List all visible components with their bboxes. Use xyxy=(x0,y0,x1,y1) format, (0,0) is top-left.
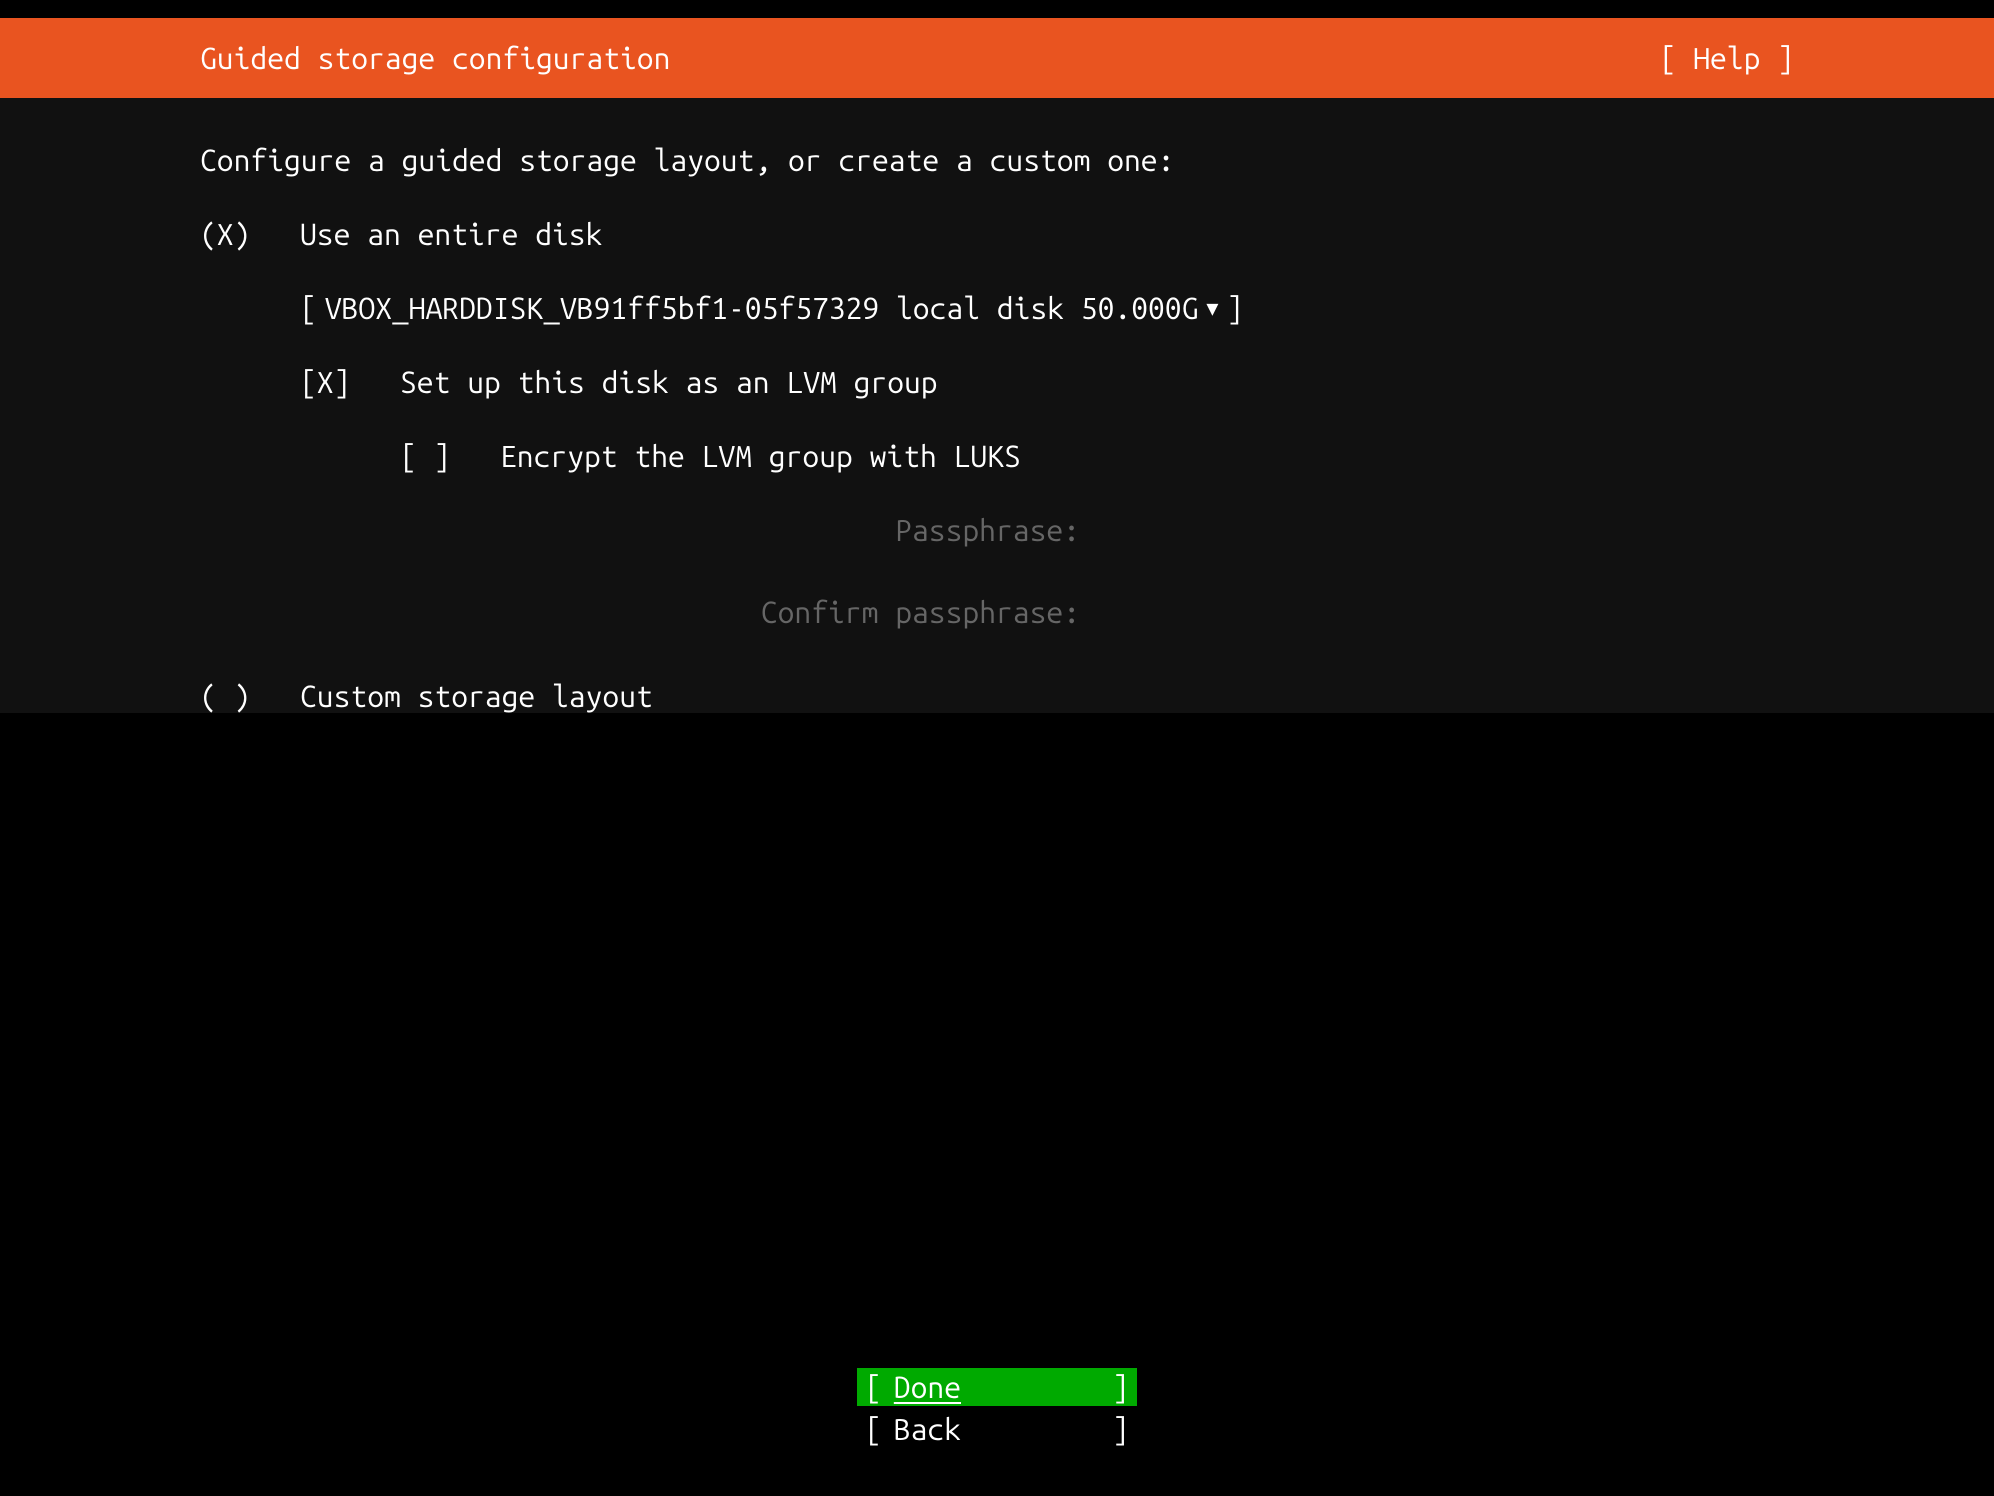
back-button[interactable]: [ Back ] xyxy=(857,1410,1137,1448)
page-title: Guided storage configuration xyxy=(200,41,670,75)
confirm-passphrase-label: Confirm passphrase: xyxy=(660,595,1080,629)
disk-select-value: VBOX_HARDDISK_VB91ff5bf1-05f57329 local … xyxy=(325,291,1199,325)
checkbox-marker-checked: [X] xyxy=(300,365,400,399)
radio-marker-selected: (X) xyxy=(200,217,300,251)
help-button[interactable]: [ Help ] xyxy=(1660,41,1794,75)
content-area: Configure a guided storage layout, or cr… xyxy=(0,98,1994,713)
back-button-label: Back xyxy=(882,1412,1112,1446)
custom-storage-radio[interactable]: ( ) Custom storage layout xyxy=(200,679,1794,713)
use-entire-disk-radio[interactable]: (X) Use an entire disk xyxy=(200,217,1794,251)
chevron-down-icon: ▼ xyxy=(1206,296,1218,320)
close-bracket: ] xyxy=(1226,291,1243,325)
instruction-text: Configure a guided storage layout, or cr… xyxy=(200,143,1794,177)
disk-select-dropdown[interactable]: [ VBOX_HARDDISK_VB91ff5bf1-05f57329 loca… xyxy=(300,291,1794,325)
done-open-bracket: [ xyxy=(865,1370,882,1404)
lvm-label: Set up this disk as an LVM group xyxy=(400,365,938,399)
back-open-bracket: [ xyxy=(865,1412,882,1446)
back-close-bracket: ] xyxy=(1112,1412,1129,1446)
top-black-bar xyxy=(0,0,1994,18)
open-bracket: [ xyxy=(300,291,317,325)
header-bar: Guided storage configuration [ Help ] xyxy=(0,18,1994,98)
lvm-checkbox[interactable]: [X] Set up this disk as an LVM group xyxy=(300,365,1794,399)
button-bar: [ Done ] [ Back ] xyxy=(0,1368,1994,1448)
passphrase-section: Passphrase: Confirm passphrase: xyxy=(660,513,1794,629)
done-close-bracket: ] xyxy=(1112,1370,1129,1404)
done-button-label: Done xyxy=(882,1370,1112,1404)
passphrase-label: Passphrase: xyxy=(660,513,1080,547)
luks-label: Encrypt the LVM group with LUKS xyxy=(500,439,1021,473)
luks-checkbox[interactable]: [ ] Encrypt the LVM group with LUKS xyxy=(400,439,1794,473)
done-button[interactable]: [ Done ] xyxy=(857,1368,1137,1406)
custom-storage-label: Custom storage layout xyxy=(300,679,653,713)
checkbox-marker-unchecked: [ ] xyxy=(400,439,500,473)
body-section: Configure a guided storage layout, or cr… xyxy=(0,98,1994,713)
use-entire-disk-label: Use an entire disk xyxy=(300,217,602,251)
radio-marker-unselected: ( ) xyxy=(200,679,300,713)
